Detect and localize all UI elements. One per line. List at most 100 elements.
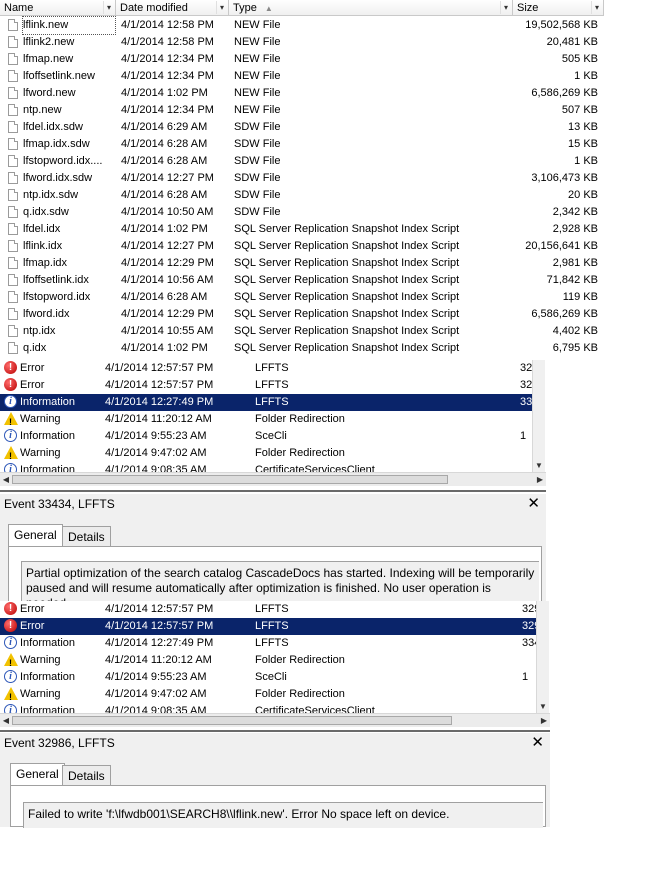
file-row[interactable]: lfword.new 4/1/2014 1:02 PM NEW File 6,586,…: [0, 85, 604, 102]
event-row[interactable]: ! Warning 4/1/2014 9:47:02 AM Folder Redire…: [0, 686, 536, 703]
tab-details[interactable]: Details: [62, 765, 111, 786]
file-row[interactable]: lfmap.idx 4/1/2014 12:29 PM SQL Server Rep…: [0, 255, 604, 272]
file-name: ntp.new: [23, 104, 62, 116]
column-header-date[interactable]: Date modified ▾: [116, 0, 229, 16]
warning-icon: !: [4, 412, 18, 427]
column-header-name[interactable]: Name ▾: [0, 0, 116, 16]
pane-divider[interactable]: [0, 730, 550, 732]
file-row[interactable]: lflink2.new 4/1/2014 12:58 PM NEW File 20,4…: [0, 34, 604, 51]
scroll-left-arrow-icon[interactable]: ◀: [0, 473, 12, 486]
file-type: NEW File: [234, 104, 281, 116]
file-row[interactable]: ntp.idx 4/1/2014 10:55 AM SQL Server Repli…: [0, 323, 604, 340]
event-source: SceCli: [255, 671, 287, 683]
file-row[interactable]: q.idx 4/1/2014 1:02 PM SQL Server Replicat…: [0, 340, 604, 357]
file-row[interactable]: lfmap.new 4/1/2014 12:34 PM NEW File 505 KB: [0, 51, 604, 68]
file-date-modified: 4/1/2014 10:56 AM: [121, 274, 214, 286]
file-icon: [8, 36, 18, 48]
file-explorer: Name ▾ Date modified ▾ Type ▲ ▾ Size ▾ lf…: [0, 0, 604, 357]
close-icon[interactable]: ✕: [527, 494, 540, 512]
column-header-size[interactable]: Size ▾: [513, 0, 604, 16]
scroll-left-arrow-icon[interactable]: ◀: [0, 714, 12, 727]
file-row[interactable]: ntp.new 4/1/2014 12:34 PM NEW File 507 KB: [0, 102, 604, 119]
event-date: 4/1/2014 12:27:49 PM: [105, 637, 214, 649]
file-name: lfmap.idx: [23, 257, 68, 269]
file-type: SDW File: [234, 206, 281, 218]
close-icon[interactable]: ✕: [531, 733, 544, 751]
tab-details[interactable]: Details: [62, 526, 111, 547]
file-row[interactable]: lfstopword.idx 4/1/2014 6:28 AM SQL Server…: [0, 289, 604, 306]
file-row[interactable]: q.idx.sdw 4/1/2014 10:50 AM SDW File 2,342 …: [0, 204, 604, 221]
column-header-type[interactable]: Type ▲ ▾: [229, 0, 513, 16]
file-row[interactable]: lfword.idx.sdw 4/1/2014 12:27 PM SDW File 3…: [0, 170, 604, 187]
event-row[interactable]: ! Warning 4/1/2014 11:20:12 AM Folder Redir…: [0, 411, 532, 428]
tab-general[interactable]: General: [8, 524, 63, 547]
event-row[interactable]: ! Error 4/1/2014 12:57:57 PM LFFTS 329: [0, 360, 538, 377]
file-row[interactable]: lflink.new 4/1/2014 12:58 PM NEW File 19,50…: [0, 16, 604, 35]
chevron-down-icon[interactable]: ▾: [500, 1, 511, 14]
file-name: lfoffsetlink.idx: [23, 274, 89, 286]
scrollbar-thumb[interactable]: [12, 475, 448, 484]
warning-icon: !: [4, 653, 18, 668]
event-date: 4/1/2014 9:55:23 AM: [105, 671, 207, 683]
event-date: 4/1/2014 12:57:57 PM: [105, 362, 214, 374]
file-row[interactable]: lfmap.idx.sdw 4/1/2014 6:28 AM SDW File 15 …: [0, 136, 604, 153]
scroll-right-arrow-icon[interactable]: ▶: [538, 714, 550, 727]
event-row[interactable]: ! Warning 4/1/2014 11:20:12 AM Folder Redir…: [0, 652, 536, 669]
column-header-name-label: Name: [4, 2, 34, 14]
file-row[interactable]: lflink.idx 4/1/2014 12:27 PM SQL Server Re…: [0, 238, 604, 255]
event-level: Warning: [20, 413, 61, 425]
file-icon: [8, 189, 18, 201]
error-icon: !: [4, 602, 17, 615]
event-row[interactable]: ! Warning 4/1/2014 9:47:02 AM Folder Redire…: [0, 445, 532, 462]
file-size: 505 KB: [561, 53, 598, 65]
event-row[interactable]: i Information 4/1/2014 12:27:49 PM LFFTS 334: [0, 394, 538, 411]
file-type: SQL Server Replication Snapshot Index Sc…: [234, 308, 460, 320]
file-name: lfword.idx: [23, 308, 70, 320]
file-row[interactable]: lfoffsetlink.new 4/1/2014 12:34 PM NEW Fil…: [0, 68, 604, 85]
file-type: SDW File: [234, 189, 281, 201]
chevron-down-icon[interactable]: ▾: [591, 1, 602, 14]
scroll-down-arrow-icon[interactable]: ▼: [538, 701, 548, 712]
file-name: lfmap.new: [23, 53, 74, 65]
scroll-down-arrow-icon[interactable]: ▼: [534, 460, 544, 471]
scrollbar-thumb[interactable]: [12, 716, 452, 725]
file-row[interactable]: lfstopword.idx.... 4/1/2014 6:28 AM SDW Fi…: [0, 153, 604, 170]
column-header-date-label: Date modified: [120, 2, 188, 14]
event-level: Error: [20, 362, 45, 374]
file-name: q.idx: [23, 342, 47, 354]
tab-general[interactable]: General: [10, 763, 65, 786]
event-date: 4/1/2014 12:57:57 PM: [105, 603, 214, 615]
chevron-down-icon[interactable]: ▾: [216, 1, 227, 14]
vertical-scrollbar[interactable]: ▼: [532, 360, 545, 472]
event-date: 4/1/2014 11:20:12 AM: [105, 654, 212, 666]
file-name: lfword.new: [23, 87, 76, 99]
file-size: 119 KB: [562, 291, 598, 303]
event-row[interactable]: ! Error 4/1/2014 12:57:57 PM LFFTS 329: [0, 618, 540, 635]
event-date: 4/1/2014 9:47:02 AM: [105, 688, 207, 700]
event-row[interactable]: ! Error 4/1/2014 12:57:57 PM LFFTS 329: [0, 601, 540, 618]
horizontal-scrollbar[interactable]: ◀ ▶: [0, 472, 546, 486]
file-date-modified: 4/1/2014 6:28 AM: [121, 138, 208, 150]
file-row[interactable]: ntp.idx.sdw 4/1/2014 6:28 AM SDW File 20 KB: [0, 187, 604, 204]
vertical-scrollbar[interactable]: ▼: [536, 601, 549, 713]
file-row[interactable]: lfoffsetlink.idx 4/1/2014 10:56 AM SQL Ser…: [0, 272, 604, 289]
file-name: lfoffsetlink.new: [23, 70, 95, 82]
event-row[interactable]: i Information 4/1/2014 9:55:23 AM SceCli 1: [0, 428, 532, 445]
horizontal-scrollbar[interactable]: ◀ ▶: [0, 713, 550, 727]
pane-divider[interactable]: [0, 490, 546, 492]
file-name: lflink.new: [22, 16, 116, 35]
event-date: 4/1/2014 11:20:12 AM: [105, 413, 212, 425]
event-detail-title: Event 32986, LFFTS: [4, 736, 115, 750]
file-row[interactable]: lfword.idx 4/1/2014 12:29 PM SQL Server Re…: [0, 306, 604, 323]
file-date-modified: 4/1/2014 12:29 PM: [121, 308, 214, 320]
file-date-modified: 4/1/2014 12:34 PM: [121, 104, 214, 116]
chevron-down-icon[interactable]: ▾: [103, 1, 114, 14]
scroll-right-arrow-icon[interactable]: ▶: [534, 473, 546, 486]
event-row[interactable]: i Information 4/1/2014 9:55:23 AM SceCli 1: [0, 669, 536, 686]
file-size: 1 KB: [574, 70, 598, 82]
event-row[interactable]: i Information 4/1/2014 12:27:49 PM LFFTS 334: [0, 635, 540, 652]
file-row[interactable]: lfdel.idx 4/1/2014 1:02 PM SQL Server Repl…: [0, 221, 604, 238]
event-row[interactable]: ! Error 4/1/2014 12:57:57 PM LFFTS 329: [0, 377, 538, 394]
file-icon: [8, 291, 18, 303]
file-row[interactable]: lfdel.idx.sdw 4/1/2014 6:29 AM SDW File 13 …: [0, 119, 604, 136]
